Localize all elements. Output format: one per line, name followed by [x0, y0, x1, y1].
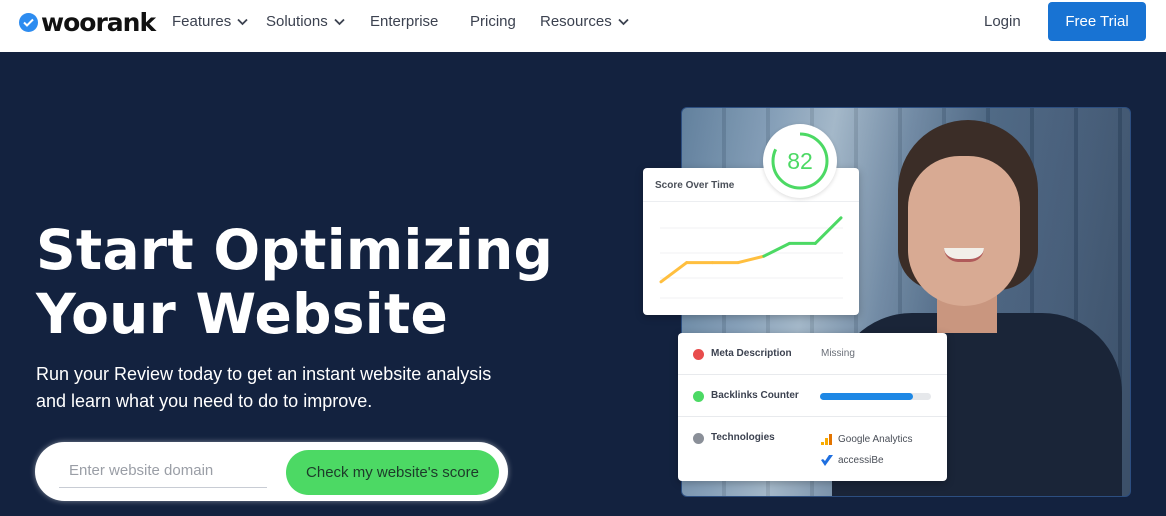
domain-search-form: Check my website's score: [35, 442, 508, 501]
check-icon: [693, 391, 704, 402]
person-face: [908, 156, 1020, 306]
tech-name: Google Analytics: [838, 434, 913, 445]
tech-name: accessiBe: [838, 455, 884, 466]
tech-item-accessibe: accessiBe: [821, 455, 884, 466]
audit-results-card: Meta Description Missing Backlinks Count…: [678, 333, 947, 481]
chevron-down-icon: [237, 18, 248, 25]
audit-value: Missing: [821, 348, 855, 359]
tech-item-google-analytics: Google Analytics: [821, 434, 913, 445]
chevron-down-icon: [618, 18, 629, 25]
score-value: 82: [787, 147, 813, 174]
accessibe-icon: [821, 455, 833, 466]
audit-row-backlinks: Backlinks Counter: [678, 375, 947, 417]
nav-features[interactable]: Features: [172, 13, 248, 30]
chevron-down-icon: [334, 18, 345, 25]
audit-label: Meta Description: [711, 348, 792, 359]
trend-segment: [736, 254, 766, 265]
website-domain-input[interactable]: [59, 454, 267, 488]
top-navbar: woorank Features Solutions Enterprise Pr…: [0, 0, 1166, 52]
hero-title: Start Optimizing Your Website: [36, 218, 553, 346]
nav-pricing[interactable]: Pricing: [470, 13, 516, 30]
logo-check-icon: [19, 12, 38, 32]
check-score-button[interactable]: Check my website's score: [286, 450, 499, 495]
nav-enterprise[interactable]: Enterprise: [370, 13, 438, 30]
hero-title-line1: Start Optimizing: [36, 218, 554, 282]
audit-row-meta-description: Meta Description Missing: [678, 333, 947, 375]
trend-segment: [659, 261, 689, 284]
trend-segment: [762, 241, 792, 258]
nav-resources[interactable]: Resources: [540, 13, 629, 30]
free-trial-button[interactable]: Free Trial: [1048, 2, 1146, 41]
woorank-logo[interactable]: woorank: [19, 7, 156, 37]
backlinks-progress-fill: [820, 393, 914, 400]
nav-resources-label: Resources: [540, 13, 612, 30]
logo-text: woorank: [41, 7, 156, 37]
trend-segment: [813, 216, 843, 245]
error-icon: [693, 349, 704, 360]
backlinks-progress-bar: [820, 393, 931, 400]
google-analytics-icon: [821, 434, 832, 445]
nav-solutions-label: Solutions: [266, 13, 328, 30]
eye-icon: [693, 433, 704, 444]
login-link[interactable]: Login: [984, 13, 1021, 30]
nav-solutions[interactable]: Solutions: [266, 13, 345, 30]
hero-subtitle: Run your Review today to get an instant …: [36, 364, 492, 411]
nav-features-label: Features: [172, 13, 232, 30]
score-gauge: 82: [763, 124, 837, 198]
audit-row-technologies: Technologies Google Analytics accessiBe: [678, 417, 947, 481]
audit-label: Technologies: [711, 432, 775, 443]
audit-label: Backlinks Counter: [711, 390, 799, 401]
nav-enterprise-label: Enterprise: [370, 13, 439, 30]
hero-title-line2: Your Website: [36, 282, 449, 346]
nav-pricing-label: Pricing: [470, 13, 516, 30]
